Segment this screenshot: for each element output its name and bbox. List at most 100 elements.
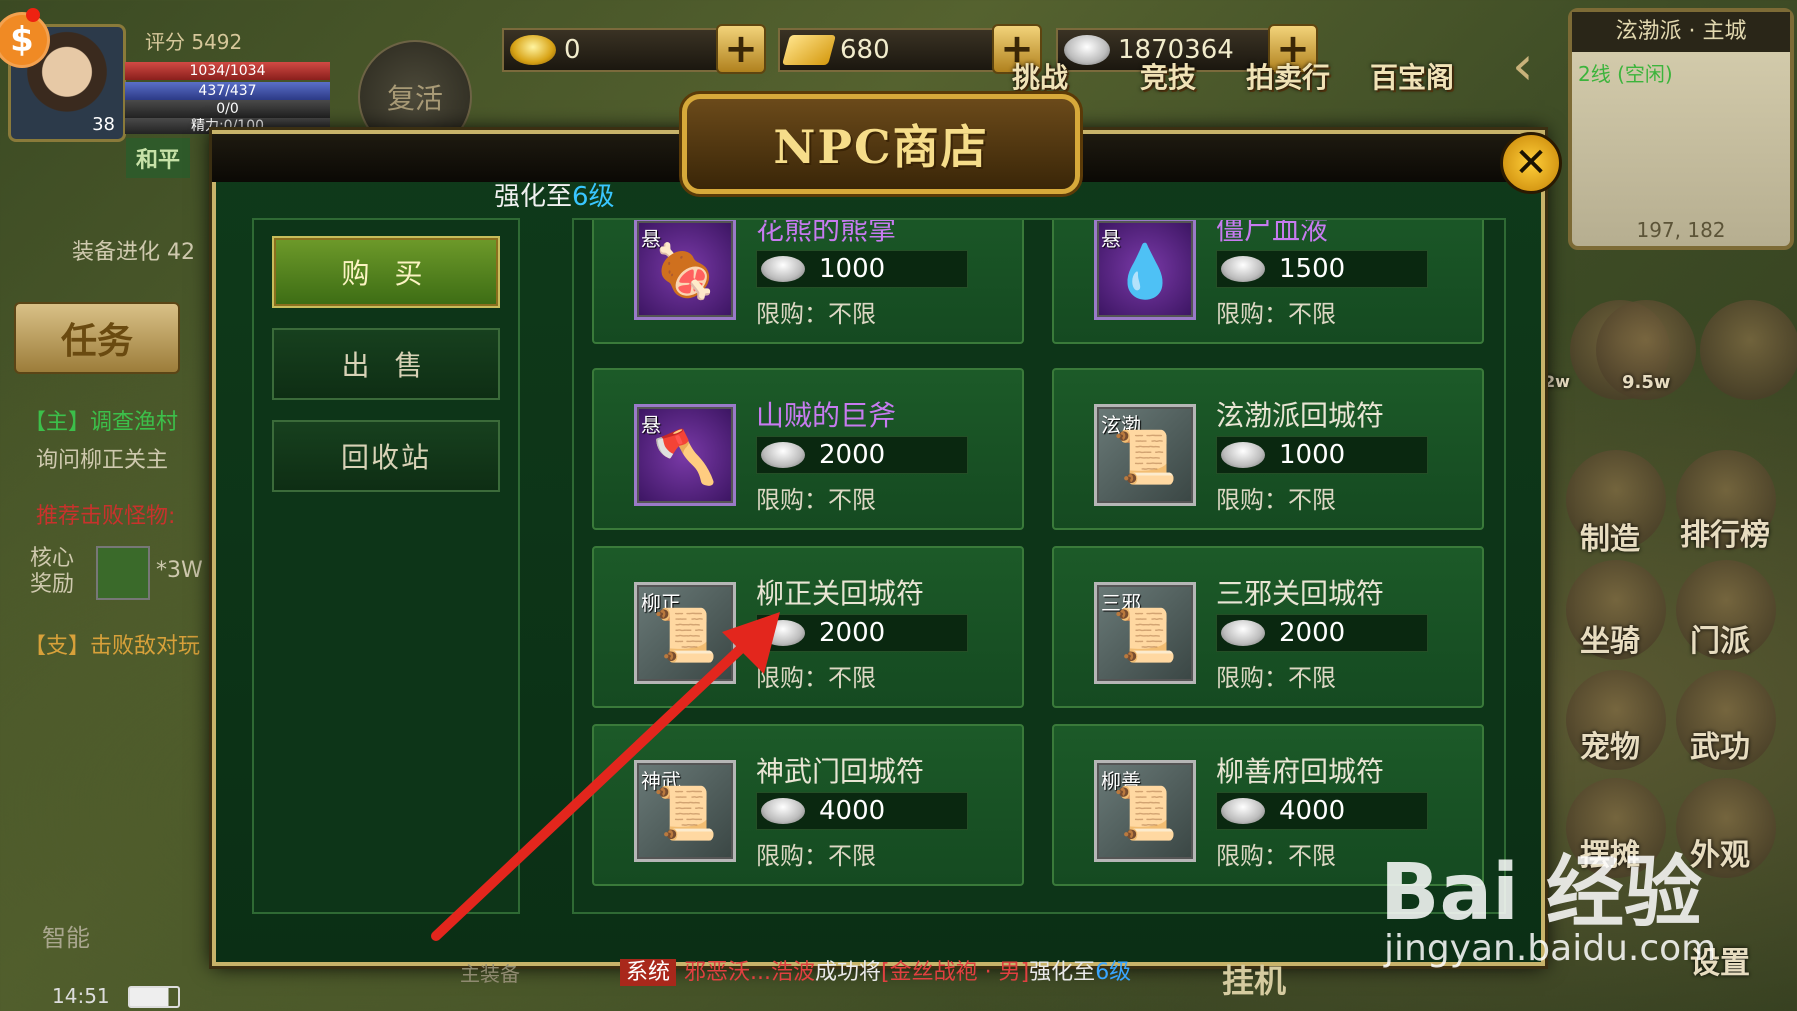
- mp-bar: 437/437: [125, 82, 330, 100]
- battery-icon: [128, 986, 180, 1008]
- item-price: 4000: [1216, 792, 1428, 830]
- chat-item[interactable]: [金丝战袍 · 男]: [881, 960, 1029, 985]
- ranking-label[interactable]: 排行榜: [1680, 510, 1770, 554]
- silver-ingot-icon: [1064, 35, 1110, 65]
- item-icon: 柳善 📜: [1094, 760, 1196, 862]
- craft-label[interactable]: 制造: [1580, 514, 1640, 558]
- chat-text-2: 强化至: [1029, 960, 1096, 985]
- item-price-value: 2000: [1279, 618, 1346, 648]
- item-name: 山贼的巨斧: [756, 399, 897, 432]
- item-price-value: 1000: [1279, 440, 1346, 470]
- item-limit: 限购：不限: [1216, 486, 1336, 514]
- chat-channel-badge: 系统: [620, 959, 677, 986]
- item-price-value: 2000: [819, 440, 886, 470]
- chat-player[interactable]: 邪恶沃...浩波: [684, 960, 815, 985]
- item-name: 泫渤派回城符: [1216, 399, 1385, 432]
- task-button[interactable]: 任务: [14, 302, 180, 374]
- mount-label[interactable]: 坐骑: [1580, 616, 1640, 660]
- item-name: 僵尸血液: [1216, 218, 1329, 246]
- close-button[interactable]: ✕: [1500, 132, 1562, 194]
- sect-label[interactable]: 门派: [1690, 616, 1750, 660]
- item-price: 2000: [756, 436, 968, 474]
- main-quest-desc: 询问柳正关主: [36, 448, 169, 473]
- item-icon: 泫渤 📜: [1094, 404, 1196, 506]
- shop-item-card[interactable]: 悬 🍖 花熊的熊掌 1000 限购：不限: [592, 218, 1024, 344]
- equip-evolve-label[interactable]: 装备进化 42: [72, 234, 195, 266]
- herb-count: 9.5w: [1622, 372, 1671, 393]
- chevron-left-icon[interactable]: ‹: [1512, 34, 1534, 97]
- scroll-caption-text: 强化至: [494, 182, 573, 212]
- shop-item-card[interactable]: 三邪 📜 三邪关回城符 2000 限购：不限: [1052, 546, 1484, 708]
- system-chat[interactable]: 系统 邪恶沃...浩波成功将[金丝战袍 · 男]强化至6级: [620, 954, 1131, 986]
- tab-recycle[interactable]: 回收站: [272, 420, 500, 492]
- item-name: 三邪关回城符: [1216, 577, 1385, 610]
- item-name: 花熊的熊掌: [756, 218, 897, 246]
- silver-coin-icon: [1221, 256, 1265, 282]
- smart-button[interactable]: 智能: [42, 918, 90, 953]
- gold-bar-icon: [781, 35, 837, 65]
- scroll-icon: 📜: [1112, 606, 1178, 666]
- pet-label[interactable]: 宠物: [1580, 722, 1640, 766]
- item-price: 1500: [1216, 250, 1428, 288]
- scroll-caption: 强化至6级: [494, 176, 615, 213]
- tab-buy[interactable]: 购 买: [272, 236, 500, 308]
- notification-dot: [26, 8, 40, 22]
- minimap-line[interactable]: 2线 (空闲): [1578, 58, 1673, 87]
- scroll-icon: 📜: [1112, 784, 1178, 844]
- chat-text: 成功将: [815, 960, 882, 985]
- gold-ingot-value: 0: [564, 35, 581, 65]
- gold-ingot-currency: 0: [502, 28, 726, 72]
- recommend-text: 推荐击败怪物:: [36, 504, 176, 529]
- dialog-title: NPC商店: [682, 94, 1080, 194]
- martial-arts-label[interactable]: 武功: [1690, 722, 1750, 766]
- item-limit: 限购：不限: [1216, 664, 1336, 692]
- item-price-value: 4000: [1279, 796, 1346, 826]
- menu-diamond-icon[interactable]: [1700, 300, 1797, 400]
- treasure-pavilion-button[interactable]: 百宝阁: [1370, 56, 1454, 96]
- item-limit: 限购：不限: [1216, 842, 1336, 870]
- minimap[interactable]: 泫渤派 · 主城 2线 (空闲) 197, 182: [1568, 8, 1794, 250]
- auction-button[interactable]: 拍卖行: [1246, 56, 1330, 96]
- peace-mode-toggle[interactable]: 和平: [126, 138, 191, 178]
- add-gold-ingot-button[interactable]: +: [716, 24, 766, 74]
- axe-icon: 🪓: [652, 428, 718, 488]
- silver-coin-icon: [1221, 442, 1265, 468]
- item-icon: 悬 🍖: [634, 220, 736, 320]
- silver-coin-icon: [1221, 620, 1265, 646]
- chat-level: 6级: [1095, 960, 1132, 985]
- item-price: 1000: [756, 250, 968, 288]
- item-name: 柳善府回城符: [1216, 755, 1385, 788]
- item-icon: 悬 🪓: [634, 404, 736, 506]
- shop-item-card[interactable]: 悬 💧 僵尸血液 1500 限购：不限: [1052, 218, 1484, 344]
- side-quest-title[interactable]: 【支】击败敌对玩: [24, 628, 200, 660]
- annotation-arrow: [431, 612, 780, 941]
- challenge-button[interactable]: 挑战: [1012, 56, 1068, 96]
- minimap-title: 泫渤派 · 主城: [1572, 12, 1790, 52]
- auto-battle-button[interactable]: 挂机: [1222, 956, 1286, 1002]
- arena-button[interactable]: 竞技: [1140, 56, 1196, 96]
- potion-count: 2w: [1544, 372, 1570, 391]
- shop-item-card[interactable]: 泫渤 📜 泫渤派回城符 1000 限购：不限: [1052, 368, 1484, 530]
- gold-bar-value: 680: [840, 35, 890, 65]
- main-equip-tab[interactable]: 主装备: [460, 958, 520, 987]
- shop-item-card[interactable]: 悬 🪓 山贼的巨斧 2000 限购：不限: [592, 368, 1024, 530]
- gold-bar-currency: 680: [778, 28, 1002, 72]
- player-level: 38: [92, 114, 115, 135]
- item-price-value: 1000: [819, 254, 886, 284]
- core-reward-label: 核心 奖励: [30, 546, 75, 597]
- xp-bar: 0/0: [125, 100, 330, 118]
- main-quest-title[interactable]: 【主】调查渔村: [24, 404, 178, 436]
- item-price-value: 4000: [819, 796, 886, 826]
- baidu-watermark: Bai 经验: [1380, 848, 1702, 938]
- silver-coin-icon: [761, 256, 805, 282]
- exp-reward-icon: [96, 546, 150, 600]
- green-drop-icon: 💧: [1112, 242, 1178, 302]
- item-icon: 悬 💧: [1094, 220, 1196, 320]
- player-score: 评分 5492: [145, 30, 243, 54]
- silver-coin-icon: [1221, 798, 1265, 824]
- item-limit: 限购：不限: [1216, 300, 1336, 328]
- meat-icon: 🍖: [652, 242, 718, 302]
- clock: 14:51: [52, 984, 110, 1008]
- tab-sell[interactable]: 出 售: [272, 328, 500, 400]
- baidu-url: jingyan.baidu.com: [1384, 928, 1717, 969]
